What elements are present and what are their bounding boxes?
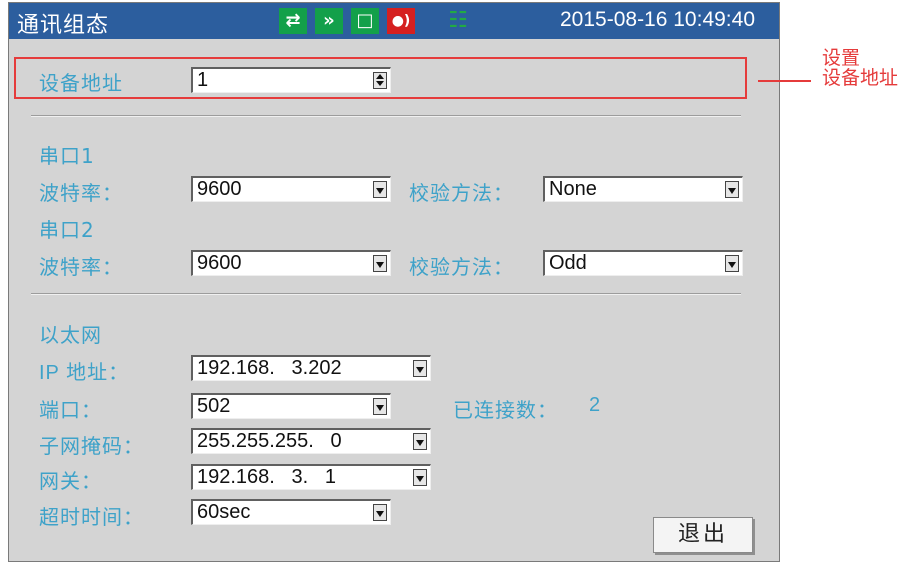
port-label: 端口： xyxy=(39,398,102,422)
serial1-parity-select[interactable]: None xyxy=(543,176,743,202)
divider xyxy=(31,115,741,117)
connections-value: 2 xyxy=(589,394,602,416)
alarm-icon: ●) xyxy=(387,8,415,34)
ip-address-value: 192.168. 3.202 xyxy=(197,357,342,379)
serial1-parity-value: None xyxy=(549,178,597,200)
timeout-label: 超时时间： xyxy=(39,505,144,529)
page-title: 通讯组态 xyxy=(17,13,110,38)
timeout-select[interactable]: 60sec xyxy=(191,499,391,525)
serial2-parity-select[interactable]: Odd xyxy=(543,250,743,276)
exit-button[interactable]: 退出 xyxy=(653,517,753,553)
chevron-down-icon[interactable] xyxy=(373,255,387,272)
chevron-down-icon[interactable] xyxy=(373,398,387,415)
device-address-spinner[interactable]: 1 xyxy=(191,67,391,93)
device-screen: 通讯组态 ⇄ » □ ●) ☷ 2015-08-16 10:49:40 设备地址… xyxy=(8,2,780,562)
network-icon: ☷ xyxy=(448,8,468,33)
usb-icon: ⇄ xyxy=(279,8,307,34)
ip-address-select[interactable]: 192.168. 3.202 xyxy=(191,355,431,381)
subnet-mask-value: 255.255.255. 0 xyxy=(197,430,342,452)
serial1-baud-label: 波特率： xyxy=(39,181,123,205)
annotation-line1: 设置 xyxy=(822,47,861,69)
serial2-baud-select[interactable]: 9600 xyxy=(191,250,391,276)
timeout-value: 60sec xyxy=(197,501,251,523)
spinner-arrows-icon[interactable] xyxy=(373,72,387,89)
port-value: 502 xyxy=(197,395,231,417)
chevron-down-icon[interactable] xyxy=(413,469,427,486)
loop-icon: □ xyxy=(351,8,379,34)
gateway-select[interactable]: 192.168. 3. 1 xyxy=(191,464,431,490)
serial1-baud-select[interactable]: 9600 xyxy=(191,176,391,202)
forward-icon: » xyxy=(315,8,343,34)
subnet-mask-label: 子网掩码： xyxy=(39,434,144,458)
device-address-value: 1 xyxy=(197,69,209,91)
status-bar: 通讯组态 ⇄ » □ ●) ☷ 2015-08-16 10:49:40 xyxy=(9,3,779,39)
serial1-baud-value: 9600 xyxy=(197,178,242,200)
serial1-heading: 串口1 xyxy=(39,144,95,168)
datetime: 2015-08-16 10:49:40 xyxy=(560,8,755,31)
chevron-down-icon[interactable] xyxy=(373,504,387,521)
serial1-parity-label: 校验方法： xyxy=(409,181,514,205)
serial2-baud-value: 9600 xyxy=(197,252,242,274)
connections-label: 已连接数： xyxy=(453,398,558,422)
gateway-label: 网关： xyxy=(39,469,102,493)
serial2-parity-value: Odd xyxy=(549,252,587,274)
serial2-heading: 串口2 xyxy=(39,218,95,242)
chevron-down-icon[interactable] xyxy=(725,181,739,198)
chevron-down-icon[interactable] xyxy=(373,181,387,198)
ethernet-heading: 以太网 xyxy=(39,323,102,347)
port-select[interactable]: 502 xyxy=(191,393,391,419)
serial2-baud-label: 波特率： xyxy=(39,255,123,279)
gateway-value: 192.168. 3. 1 xyxy=(197,466,336,488)
chevron-down-icon[interactable] xyxy=(413,360,427,377)
chevron-down-icon[interactable] xyxy=(725,255,739,272)
serial2-parity-label: 校验方法： xyxy=(409,255,514,279)
subnet-mask-select[interactable]: 255.255.255. 0 xyxy=(191,428,431,454)
device-address-label: 设备地址 xyxy=(39,71,123,95)
ip-address-label: IP 地址： xyxy=(39,362,130,384)
annotation-line2: 设备地址 xyxy=(822,67,899,89)
annotation-leader-line xyxy=(758,80,811,82)
chevron-down-icon[interactable] xyxy=(413,433,427,450)
divider xyxy=(31,293,741,295)
